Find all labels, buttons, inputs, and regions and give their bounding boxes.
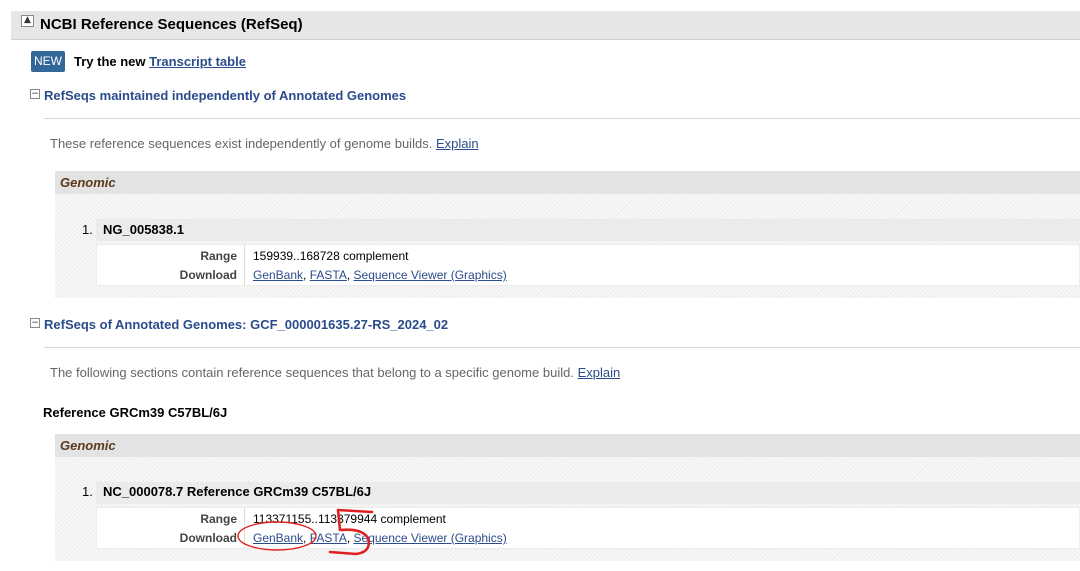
description-text: These reference sequences exist independ… (50, 136, 433, 151)
record-number: 1. (82, 222, 93, 237)
range-value: 113371155..113379944 complement (253, 512, 446, 526)
record-accession: NG_005838.1 (103, 222, 184, 237)
download-label: Download (179, 531, 237, 545)
genomic-group-header: Genomic (55, 171, 1080, 194)
transcript-table-banner: Try the new Transcript table (74, 54, 246, 69)
collapse-arrow-icon[interactable]: ▲ (21, 15, 34, 27)
record-accession: NC_000078.7 Reference GRCm39 C57BL/6J (103, 484, 372, 499)
reference-assembly-label: Reference GRCm39 C57BL/6J (43, 405, 228, 420)
record-header (96, 219, 1080, 241)
description-text: The following sections contain reference… (50, 365, 574, 380)
explain-link[interactable]: Explain (436, 136, 479, 151)
refseq-section-header[interactable]: ▲ NCBI Reference Sequences (RefSeq) (11, 11, 1080, 40)
download-links: GenBank, FASTA, Sequence Viewer (Graphic… (253, 268, 507, 282)
divider (44, 347, 1080, 348)
annotated-description: The following sections contain reference… (50, 365, 620, 380)
download-links: GenBank, FASTA, Sequence Viewer (Graphic… (253, 531, 507, 545)
record-details: Range Download 159939..168728 complement… (96, 244, 1080, 286)
independent-description: These reference sequences exist independ… (50, 136, 479, 151)
collapse-minus-icon[interactable]: − (30, 318, 40, 328)
detail-separator (244, 245, 245, 285)
genomic-group-header: Genomic (55, 434, 1080, 457)
sequence-viewer-link[interactable]: Sequence Viewer (Graphics) (354, 268, 507, 282)
divider (44, 118, 1080, 119)
section-title: NCBI Reference Sequences (RefSeq) (40, 16, 303, 33)
collapse-minus-icon[interactable]: − (30, 89, 40, 99)
group-title: Genomic (60, 438, 116, 453)
fasta-link[interactable]: FASTA (310, 531, 347, 545)
detail-separator (244, 508, 245, 548)
range-label: Range (200, 249, 237, 263)
independent-refseqs-title[interactable]: RefSeqs maintained independently of Anno… (44, 88, 406, 103)
genbank-link[interactable]: GenBank (253, 268, 303, 282)
sequence-viewer-link[interactable]: Sequence Viewer (Graphics) (354, 531, 507, 545)
record-details: Range Download 113371155..113379944 comp… (96, 507, 1080, 549)
range-label: Range (200, 512, 237, 526)
fasta-link[interactable]: FASTA (310, 268, 347, 282)
transcript-table-link[interactable]: Transcript table (149, 54, 246, 69)
new-badge: NEW (31, 51, 65, 72)
range-value: 159939..168728 complement (253, 249, 409, 263)
download-label: Download (179, 268, 237, 282)
group-title: Genomic (60, 175, 116, 190)
explain-link[interactable]: Explain (578, 365, 621, 380)
record-number: 1. (82, 484, 93, 499)
banner-text: Try the new (74, 54, 150, 69)
genbank-link[interactable]: GenBank (253, 531, 303, 545)
annotated-refseqs-title[interactable]: RefSeqs of Annotated Genomes: GCF_000001… (44, 317, 448, 332)
